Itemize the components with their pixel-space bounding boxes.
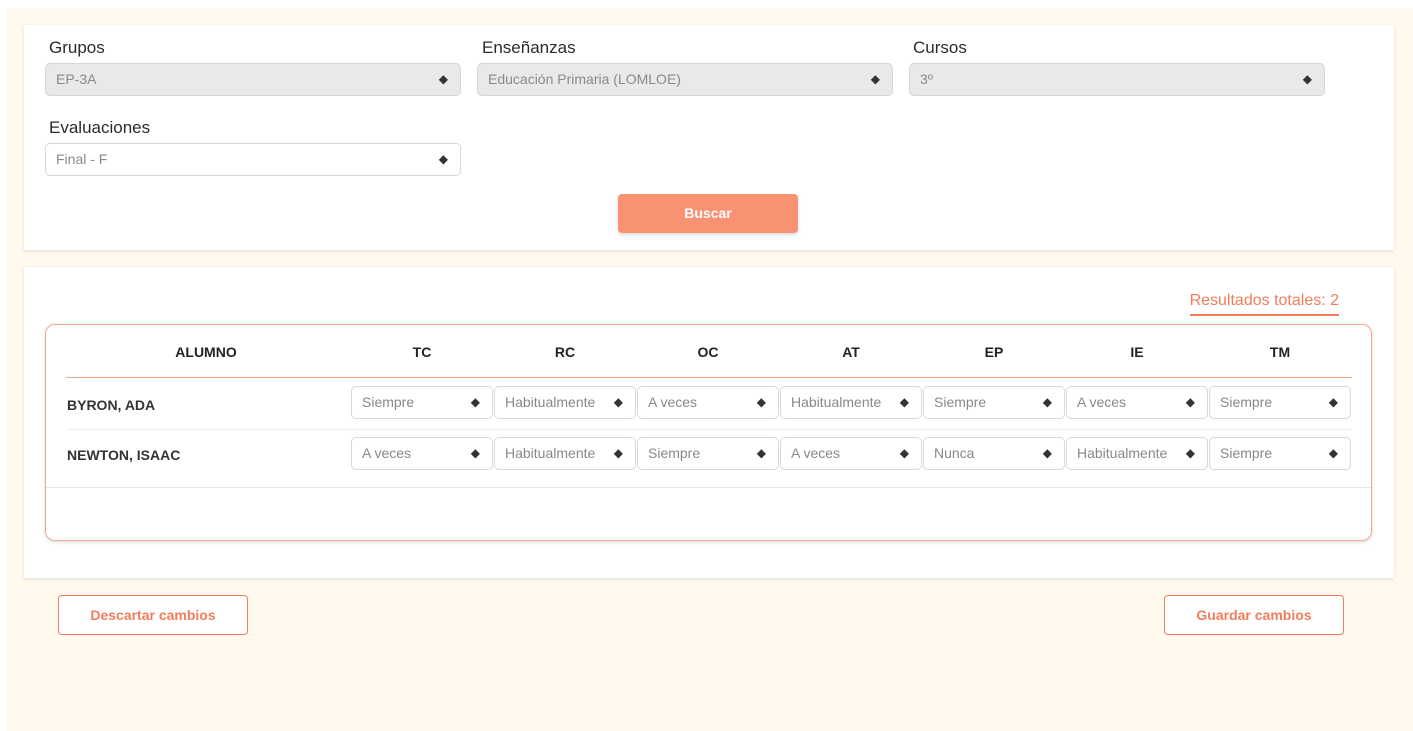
- cursos-label: Cursos: [913, 38, 967, 57]
- column-header-tc: TC: [412, 344, 432, 360]
- grade-select-ep[interactable]: Nunca ◆: [923, 437, 1065, 470]
- column-header-rc: RC: [554, 344, 576, 360]
- save-changes-button[interactable]: Guardar cambios: [1164, 595, 1344, 635]
- grade-select-at[interactable]: A veces ◆: [780, 437, 922, 470]
- grade-value: Habitualmente: [1077, 445, 1168, 461]
- grade-select-oc[interactable]: Siempre ◆: [637, 437, 779, 470]
- sort-caret-icon: ◆: [1185, 395, 1195, 409]
- results-panel: Resultados totales: 2 ALUMNO TC RC OC AT…: [24, 267, 1394, 578]
- column-header-ep: EP: [984, 344, 1004, 360]
- column-header-ie: IE: [1130, 344, 1144, 360]
- sort-caret-icon: ◆: [438, 72, 448, 86]
- sort-caret-icon: ◆: [1328, 446, 1338, 460]
- sort-caret-icon: ◆: [756, 446, 766, 460]
- evaluaciones-select[interactable]: Final - F ◆: [45, 143, 461, 176]
- grade-select-ie[interactable]: Habitualmente ◆: [1066, 437, 1208, 470]
- column-header-oc: OC: [697, 344, 719, 360]
- sort-caret-icon: ◆: [756, 395, 766, 409]
- grade-value: A veces: [791, 445, 841, 461]
- grade-value: Siempre: [1220, 394, 1273, 410]
- column-header-at: AT: [842, 344, 860, 360]
- header-divider: [66, 377, 1352, 378]
- grade-value: A veces: [648, 394, 698, 410]
- sort-caret-icon: ◆: [1042, 395, 1052, 409]
- student-name: NEWTON, ISAAC: [67, 447, 181, 463]
- grupos-value: EP-3A: [56, 71, 97, 87]
- grade-select-ep[interactable]: Siempre ◆: [923, 386, 1065, 419]
- sort-caret-icon: ◆: [470, 395, 480, 409]
- grade-select-rc[interactable]: Habitualmente ◆: [494, 437, 636, 470]
- filters-panel: Grupos EP-3A ◆ Enseñanzas Educación Prim…: [24, 25, 1394, 250]
- sort-caret-icon: ◆: [870, 72, 880, 86]
- sort-caret-icon: ◆: [470, 446, 480, 460]
- row-divider: [66, 429, 1352, 430]
- discard-changes-button[interactable]: Descartar cambios: [58, 595, 248, 635]
- grade-value: A veces: [362, 445, 412, 461]
- column-header-tm: TM: [1269, 344, 1291, 360]
- grade-value: Habitualmente: [505, 445, 596, 461]
- grade-value: Siempre: [362, 394, 415, 410]
- sort-caret-icon: ◆: [899, 446, 909, 460]
- grade-value: Siempre: [648, 445, 701, 461]
- search-button[interactable]: Buscar: [618, 194, 798, 233]
- grade-value: A veces: [1077, 394, 1127, 410]
- grade-value: Habitualmente: [791, 394, 882, 410]
- cursos-value: 3º: [920, 71, 933, 87]
- sort-caret-icon: ◆: [899, 395, 909, 409]
- grade-select-oc[interactable]: A veces ◆: [637, 386, 779, 419]
- grade-value: Nunca: [934, 445, 975, 461]
- sort-caret-icon: ◆: [1042, 446, 1052, 460]
- cursos-select[interactable]: 3º ◆: [909, 63, 1325, 96]
- ensenanzas-select[interactable]: Educación Primaria (LOMLOE) ◆: [477, 63, 893, 96]
- grade-value: Siempre: [934, 394, 987, 410]
- sort-caret-icon: ◆: [1328, 395, 1338, 409]
- column-header-alumno: ALUMNO: [175, 344, 237, 360]
- page: Grupos EP-3A ◆ Enseñanzas Educación Prim…: [7, 8, 1413, 731]
- grade-select-tc[interactable]: Siempre ◆: [351, 386, 493, 419]
- sort-caret-icon: ◆: [438, 152, 448, 166]
- grade-select-tc[interactable]: A veces ◆: [351, 437, 493, 470]
- grupos-label: Grupos: [49, 38, 105, 57]
- grade-value: Habitualmente: [505, 394, 596, 410]
- student-name: BYRON, ADA: [67, 397, 156, 413]
- grade-select-ie[interactable]: A veces ◆: [1066, 386, 1208, 419]
- sort-caret-icon: ◆: [613, 446, 623, 460]
- sort-caret-icon: ◆: [1302, 72, 1312, 86]
- sort-caret-icon: ◆: [1185, 446, 1195, 460]
- grade-select-tm[interactable]: Siempre ◆: [1209, 386, 1351, 419]
- ensenanzas-value: Educación Primaria (LOMLOE): [488, 71, 681, 87]
- results-table: ALUMNO TC RC OC AT EP IE TM BYRON, ADA S…: [45, 324, 1372, 541]
- evaluaciones-label: Evaluaciones: [49, 118, 151, 137]
- results-total: Resultados totales: 2: [1189, 292, 1339, 316]
- evaluaciones-value: Final - F: [56, 151, 108, 167]
- ensenanzas-label: Enseñanzas: [482, 38, 576, 57]
- table-footer-divider: [46, 487, 1371, 488]
- grade-select-rc[interactable]: Habitualmente ◆: [494, 386, 636, 419]
- grade-select-tm[interactable]: Siempre ◆: [1209, 437, 1351, 470]
- grupos-select[interactable]: EP-3A ◆: [45, 63, 461, 96]
- grade-value: Siempre: [1220, 445, 1273, 461]
- sort-caret-icon: ◆: [613, 395, 623, 409]
- grade-select-at[interactable]: Habitualmente ◆: [780, 386, 922, 419]
